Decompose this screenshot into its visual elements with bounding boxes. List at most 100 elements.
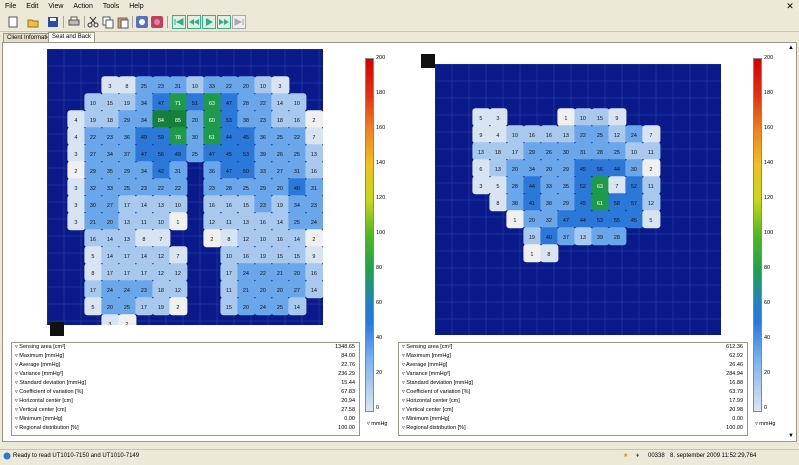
scroll-down-icon[interactable]: ▼: [788, 433, 794, 439]
back-map-value: 8: [496, 201, 499, 207]
statistic-value: 15.44: [341, 380, 355, 386]
back-map-value: 1: [513, 218, 516, 224]
seat-map-value: 1: [176, 220, 179, 226]
seat-map-value: 10: [192, 84, 198, 90]
seat-map-value: 2: [210, 237, 213, 243]
seat-map-value: 34: [107, 152, 113, 158]
seat-map-value: 24: [243, 271, 249, 277]
save-icon[interactable]: [46, 15, 60, 29]
seat-map-value: 25: [141, 84, 147, 90]
cut-icon[interactable]: [86, 15, 100, 29]
menu-help[interactable]: Help: [124, 3, 148, 10]
statistic-row: ▿ Average [mmHg] 26.46: [399, 361, 747, 370]
back-map-value: 55: [614, 218, 620, 224]
statistic-value: 1348.65: [335, 344, 355, 350]
seat-map-value: 19: [277, 203, 283, 209]
back-map-value: 17: [512, 150, 518, 156]
back-map-value: 9: [615, 116, 618, 122]
scale-unit-left: ▿ mmHg: [367, 421, 388, 428]
seat-map-value: 14: [311, 288, 317, 294]
seat-map-value: 34: [141, 169, 147, 175]
skip-last-icon[interactable]: [232, 15, 246, 29]
back-map-value: 35: [563, 184, 569, 190]
menu-file[interactable]: File: [0, 3, 21, 10]
back-map-value: 3: [479, 184, 482, 190]
seat-map-value: 19: [124, 101, 130, 107]
seat-map-value: 16: [90, 237, 96, 243]
statistic-row: ▿ Vertical center [cm] 20.98: [399, 406, 747, 415]
back-map-value: 12: [648, 201, 654, 207]
statistic-row: ▿ Horizontal center [cm] 17.99: [399, 397, 747, 406]
back-map-value: 18: [495, 150, 501, 156]
scale-unit-label: mmHg: [759, 421, 776, 427]
skip-first-icon[interactable]: [172, 15, 186, 29]
scale-tick-label: 100: [764, 230, 774, 236]
menu-view[interactable]: View: [43, 3, 68, 10]
back-map-value: 52: [580, 184, 586, 190]
stop-icon[interactable]: [150, 15, 164, 29]
back-map-value: 30: [631, 167, 637, 173]
seat-map-value: 15: [226, 305, 232, 311]
back-map-value: 7: [649, 133, 652, 139]
seat-map-value: 10: [158, 220, 164, 226]
scroll-up-icon[interactable]: ▲: [788, 45, 794, 51]
statistic-row: ▿ Coefficient of variation [%] 63.79: [399, 388, 747, 397]
back-map-value: 5: [479, 116, 482, 122]
seat-map-value: 22: [294, 135, 300, 141]
seat-map-value: 7: [159, 237, 162, 243]
record-icon[interactable]: [135, 15, 149, 29]
back-map-value: 28: [597, 150, 603, 156]
seat-map-value: 23: [209, 186, 215, 192]
statistic-value: 0.00: [732, 416, 743, 422]
statistic-row: ▿ Horizontal center [cm] 20.94: [12, 397, 359, 406]
paste-icon[interactable]: [116, 15, 130, 29]
statistic-value: 26.46: [729, 362, 743, 368]
seat-map-value: 45: [243, 135, 249, 141]
step-back-icon[interactable]: [187, 15, 201, 29]
seat-map-value: 49: [141, 135, 147, 141]
seat-map-value: 34: [141, 101, 147, 107]
step-forward-icon[interactable]: [217, 15, 231, 29]
back-map-value: 44: [580, 218, 586, 224]
seat-map-value: 8: [91, 271, 94, 277]
seat-map-value: 20: [243, 305, 249, 311]
seat-map-value: 27: [277, 169, 283, 175]
seat-map-value: 16: [226, 203, 232, 209]
back-map-value: 2: [649, 167, 652, 173]
back-map-value: 41: [529, 201, 535, 207]
statistic-label: ▿ Sensing area [cm²]: [402, 344, 453, 350]
seat-map-value: 12: [209, 220, 215, 226]
open-folder-icon[interactable]: [26, 15, 40, 29]
menu-tools[interactable]: Tools: [98, 3, 124, 10]
menu-action[interactable]: Action: [68, 3, 97, 10]
seat-map-value: 33: [260, 169, 266, 175]
back-map-value: 24: [631, 133, 637, 139]
seat-map-value: 22: [260, 101, 266, 107]
new-document-icon[interactable]: [6, 15, 20, 29]
play-icon[interactable]: [202, 15, 216, 29]
seat-map-value: 29: [90, 169, 96, 175]
back-map-value: 45: [631, 218, 637, 224]
statistic-label: ▿ Coefficient of variation [%]: [15, 389, 84, 395]
seat-map-value: 36: [209, 169, 215, 175]
copy-icon[interactable]: [101, 15, 115, 29]
back-map-value: 29: [563, 167, 569, 173]
back-map-value: 5: [496, 184, 499, 190]
seat-map-value: 24: [124, 288, 130, 294]
statistic-label: ▿ Vertical center [cm]: [15, 407, 67, 413]
print-icon[interactable]: [67, 15, 81, 29]
seat-map-value: 25: [124, 305, 130, 311]
back-map-value: 10: [580, 116, 586, 122]
seat-map-value: 51: [192, 101, 198, 107]
back-map-value: 10: [631, 150, 637, 156]
seat-map-value: 17: [124, 271, 130, 277]
scale-unit-label: mmHg: [371, 421, 388, 427]
statistic-row: ▿ Standard deviation [mmHg] 15.44: [12, 379, 359, 388]
back-map-value: 52: [631, 184, 637, 190]
close-icon[interactable]: ✕: [785, 1, 795, 11]
seat-map-value: 14: [294, 305, 300, 311]
seat-map-value: 20: [277, 288, 283, 294]
seat-map-value: 10: [260, 237, 266, 243]
back-map-value: 1: [530, 252, 533, 258]
menu-edit[interactable]: Edit: [21, 3, 43, 10]
